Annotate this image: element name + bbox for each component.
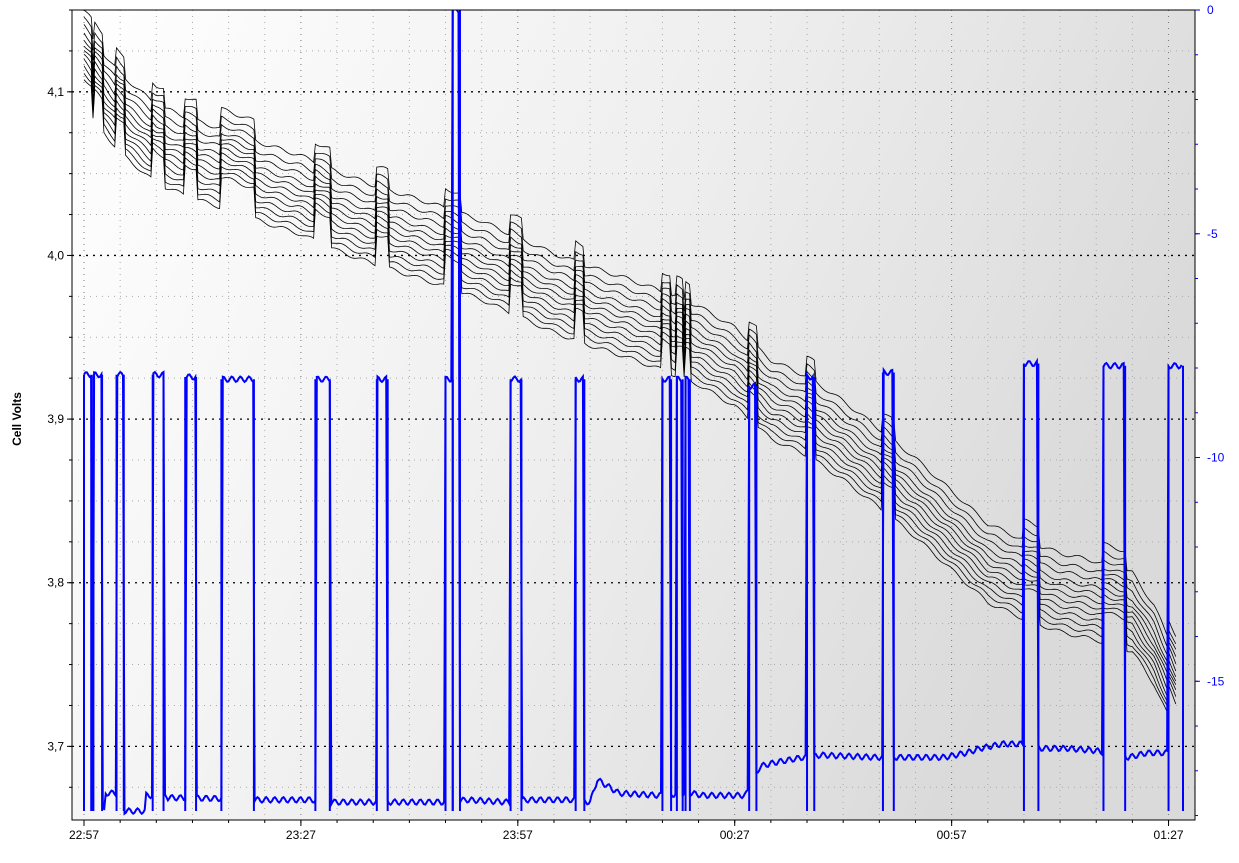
x-tick-label: 00:57 bbox=[937, 828, 967, 842]
y2-tick-label: 0 bbox=[1207, 3, 1214, 17]
y-tick-label: 3,9 bbox=[47, 412, 64, 426]
y2-tick-label: -15 bbox=[1207, 674, 1225, 688]
x-tick-label: 23:57 bbox=[503, 828, 533, 842]
x-tick-label: 00:27 bbox=[720, 828, 750, 842]
y2-tick-label: -10 bbox=[1207, 451, 1225, 465]
y-tick-label: 4,0 bbox=[47, 248, 64, 262]
x-tick-label: 23:27 bbox=[286, 828, 316, 842]
chart-svg: 3,7 3,8 3,9 4,0 4,1 0 -5 -10 -15 22:57 23:27 23:57 0… bbox=[10, 3, 1225, 842]
x-tick-label: 22:57 bbox=[69, 828, 99, 842]
y2-tick-label: -5 bbox=[1207, 227, 1218, 241]
y-tick-label: 4,1 bbox=[47, 85, 64, 99]
x-tick-label: 01:27 bbox=[1154, 828, 1184, 842]
y-tick-label: 3,8 bbox=[47, 576, 64, 590]
chart-container: 3,7 3,8 3,9 4,0 4,1 0 -5 -10 -15 22:57 23:27 23:57 0… bbox=[0, 0, 1239, 858]
y-tick-label: 3,7 bbox=[47, 739, 64, 753]
plot-background bbox=[72, 10, 1195, 820]
y-axis-label: Cell Volts bbox=[10, 392, 24, 446]
